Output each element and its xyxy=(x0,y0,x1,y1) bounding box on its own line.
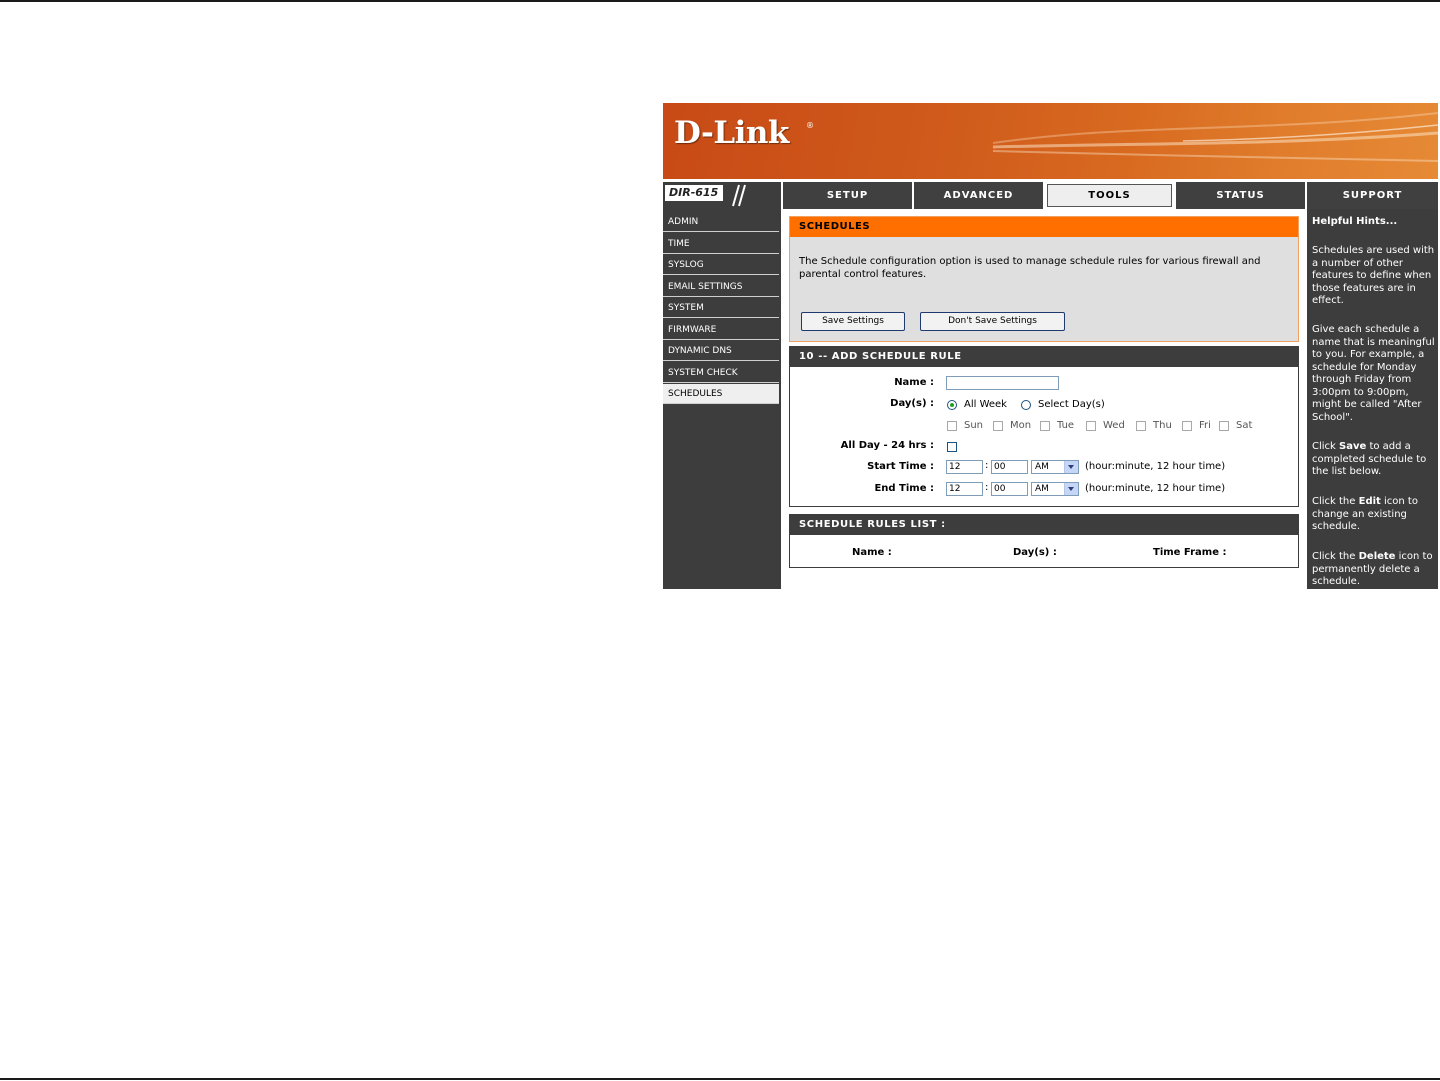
hint-delete: Click the Delete icon to permanently del… xyxy=(1312,551,1436,589)
tab-tools-label: TOOLS xyxy=(1047,184,1172,207)
end-time-label: End Time : xyxy=(874,483,934,494)
model-badge: DIR-615 xyxy=(663,182,781,209)
hint-delete-text-1: Click the xyxy=(1312,551,1359,562)
main-content: SCHEDULES The Schedule configuration opt… xyxy=(781,209,1307,589)
top-nav: DIR-615 SETUP ADVANCED TOOLS STATUS SUPP… xyxy=(663,182,1438,209)
start-minute-input[interactable]: 00 xyxy=(991,460,1028,474)
chevron-down-icon xyxy=(1064,483,1078,495)
end-hour-input[interactable]: 12 xyxy=(946,482,983,496)
slash-decoration-icon xyxy=(732,184,746,207)
dont-save-settings-button[interactable]: Don't Save Settings xyxy=(920,312,1065,331)
day-checkbox-thu[interactable] xyxy=(1136,421,1146,431)
schedules-description: The Schedule configuration option is use… xyxy=(799,256,1261,280)
bottom-rule xyxy=(0,1078,1440,1080)
end-ampm-select[interactable]: AM xyxy=(1031,482,1079,496)
tab-advanced[interactable]: ADVANCED xyxy=(912,182,1043,209)
sidebar-item-system[interactable]: SYSTEM xyxy=(663,298,779,318)
hint-edit-text-1: Click the xyxy=(1312,496,1359,507)
add-schedule-rule-panel: 10 -- ADD SCHEDULE RULE Name : Day(s) : … xyxy=(789,346,1299,507)
tab-support[interactable]: SUPPORT xyxy=(1305,182,1438,209)
dlink-logo: D-Link xyxy=(674,115,789,151)
day-label-thu: Thu xyxy=(1153,420,1172,431)
helpful-hints-panel: Helpful Hints... Schedules are used with… xyxy=(1307,209,1438,589)
start-hour-input[interactable]: 12 xyxy=(946,460,983,474)
start-ampm-select[interactable]: AM xyxy=(1031,460,1079,474)
chevron-down-icon xyxy=(1064,461,1078,473)
day-checkbox-mon[interactable] xyxy=(993,421,1003,431)
sidebar-item-email-settings[interactable]: EMAIL SETTINGS xyxy=(663,277,779,297)
day-checkbox-sat[interactable] xyxy=(1219,421,1229,431)
helpful-hints-title: Helpful Hints... xyxy=(1312,216,1398,227)
schedule-name-input[interactable] xyxy=(946,376,1059,390)
sidebar-item-system-check[interactable]: SYSTEM CHECK xyxy=(663,363,779,383)
all-day-label: All Day - 24 hrs : xyxy=(840,440,934,451)
sidebar-item-dynamic-dns[interactable]: DYNAMIC DNS xyxy=(663,341,779,361)
end-time-hint: (hour:minute, 12 hour time) xyxy=(1085,483,1226,494)
end-minute-input[interactable]: 00 xyxy=(991,482,1028,496)
hint-edit-keyword: Edit xyxy=(1358,496,1381,507)
hint-save-keyword: Save xyxy=(1339,441,1367,452)
sidebar-item-schedules[interactable]: SCHEDULES xyxy=(663,384,779,404)
day-label-fri: Fri xyxy=(1199,420,1211,431)
column-header-time-frame: Time Frame : xyxy=(1153,547,1227,558)
hint-delete-keyword: Delete xyxy=(1358,551,1396,562)
registered-mark: ® xyxy=(806,121,814,130)
tab-setup[interactable]: SETUP xyxy=(781,182,912,209)
day-label-sun: Sun xyxy=(964,420,984,431)
sidebar-item-admin[interactable]: ADMIN xyxy=(663,212,779,232)
start-time-separator: : xyxy=(985,460,989,471)
day-checkbox-wed[interactable] xyxy=(1086,421,1096,431)
day-checkbox-fri[interactable] xyxy=(1182,421,1192,431)
start-ampm-value: AM xyxy=(1035,462,1049,472)
schedule-rules-list-title: SCHEDULE RULES LIST : xyxy=(790,515,1298,535)
sidebar: ADMIN TIME SYSLOG EMAIL SETTINGS SYSTEM … xyxy=(663,209,781,589)
hint-edit: Click the Edit icon to change an existin… xyxy=(1312,496,1436,534)
tab-tools[interactable]: TOOLS xyxy=(1043,182,1174,209)
sidebar-item-time[interactable]: TIME xyxy=(663,234,779,254)
hint-naming: Give each schedule a name that is meanin… xyxy=(1312,324,1435,423)
hint-schedules-purpose: Schedules are used with a number of othe… xyxy=(1312,245,1435,306)
header-banner: D-Link ® xyxy=(663,103,1438,179)
start-time-label: Start Time : xyxy=(867,461,934,472)
schedule-rules-list-panel: SCHEDULE RULES LIST : Name : Day(s) : Ti… xyxy=(789,514,1299,568)
all-day-checkbox[interactable] xyxy=(947,442,957,452)
schedules-title: SCHEDULES xyxy=(790,217,1298,237)
days-label: Day(s) : xyxy=(890,398,934,409)
sidebar-item-syslog[interactable]: SYSLOG xyxy=(663,255,779,275)
day-checkbox-sun[interactable] xyxy=(947,421,957,431)
hint-save: Click Save to add a completed schedule t… xyxy=(1312,441,1436,479)
name-label: Name : xyxy=(894,377,934,388)
all-week-radio[interactable] xyxy=(947,400,957,410)
select-days-radio[interactable] xyxy=(1021,400,1031,410)
day-label-mon: Mon xyxy=(1010,420,1032,431)
sidebar-item-firmware[interactable]: FIRMWARE xyxy=(663,320,779,340)
end-ampm-value: AM xyxy=(1035,484,1049,494)
router-admin-page: D-Link ® DIR-615 SETUP ADVANCED TOOLS ST… xyxy=(663,103,1438,589)
save-settings-button[interactable]: Save Settings xyxy=(801,312,905,331)
top-rule xyxy=(0,0,1440,2)
day-label-sat: Sat xyxy=(1236,420,1253,431)
all-week-label: All Week xyxy=(964,399,1007,410)
day-checkbox-tue[interactable] xyxy=(1040,421,1050,431)
model-name: DIR-615 xyxy=(665,185,723,201)
tab-status[interactable]: STATUS xyxy=(1174,182,1305,209)
schedules-panel: SCHEDULES The Schedule configuration opt… xyxy=(789,216,1299,342)
start-time-hint: (hour:minute, 12 hour time) xyxy=(1085,461,1226,472)
day-label-wed: Wed xyxy=(1103,420,1125,431)
column-header-days: Day(s) : xyxy=(1013,547,1057,558)
hint-save-text-1: Click xyxy=(1312,441,1340,452)
day-label-tue: Tue xyxy=(1057,420,1075,431)
select-days-label: Select Day(s) xyxy=(1038,399,1105,410)
column-header-name: Name : xyxy=(852,547,892,558)
end-time-separator: : xyxy=(985,482,989,493)
add-schedule-rule-title: 10 -- ADD SCHEDULE RULE xyxy=(790,347,1298,367)
